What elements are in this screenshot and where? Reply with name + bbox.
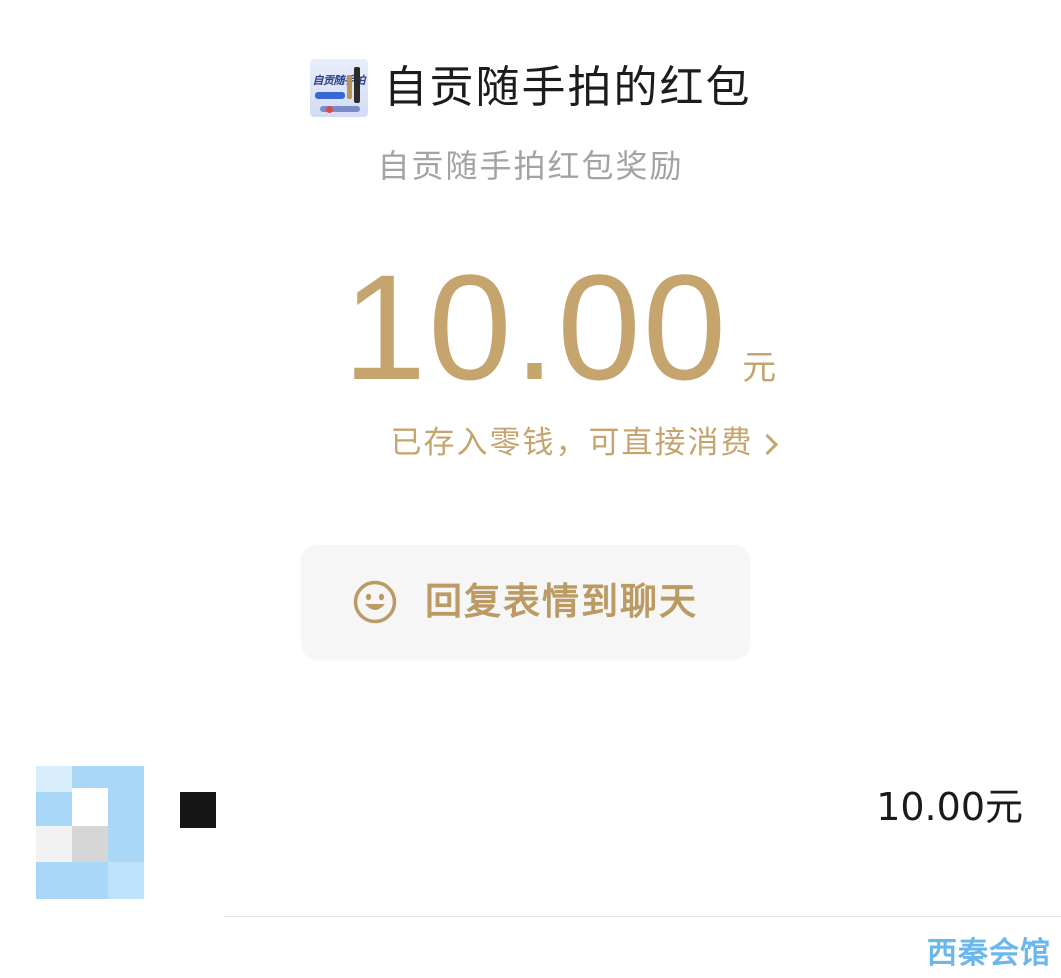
chevron-right-icon: [756, 433, 778, 455]
red-packet-header: 自贡随手拍 自贡随手拍的红包: [0, 58, 1061, 118]
amount-display: 10.00 元: [0, 252, 1061, 402]
receiver-list-item[interactable]: 10.00元: [36, 766, 1061, 916]
watermark-logo: 西秦会馆: [927, 936, 1051, 971]
deposited-label: 已存入零钱，可直接消费: [390, 425, 754, 461]
smile-icon: [353, 580, 397, 624]
reply-sticker-button[interactable]: 回复表情到聊天: [301, 545, 750, 659]
receiver-avatar: [36, 766, 144, 899]
receiver-amount: 10.00元: [876, 785, 1023, 829]
amount-value: 10.00: [342, 243, 729, 411]
list-divider: [224, 916, 1061, 917]
receiver-name-redacted: [180, 792, 216, 828]
page-title: 自贡随手拍的红包: [383, 62, 752, 113]
sender-avatar-icon: 自贡随手拍: [309, 59, 368, 117]
red-packet-blessing: 自贡随手拍红包奖励: [377, 147, 684, 185]
deposited-to-balance-link[interactable]: 已存入零钱，可直接消费: [0, 420, 1061, 466]
reply-button-label: 回复表情到聊天: [425, 580, 698, 623]
amount-unit: 元: [742, 348, 777, 388]
